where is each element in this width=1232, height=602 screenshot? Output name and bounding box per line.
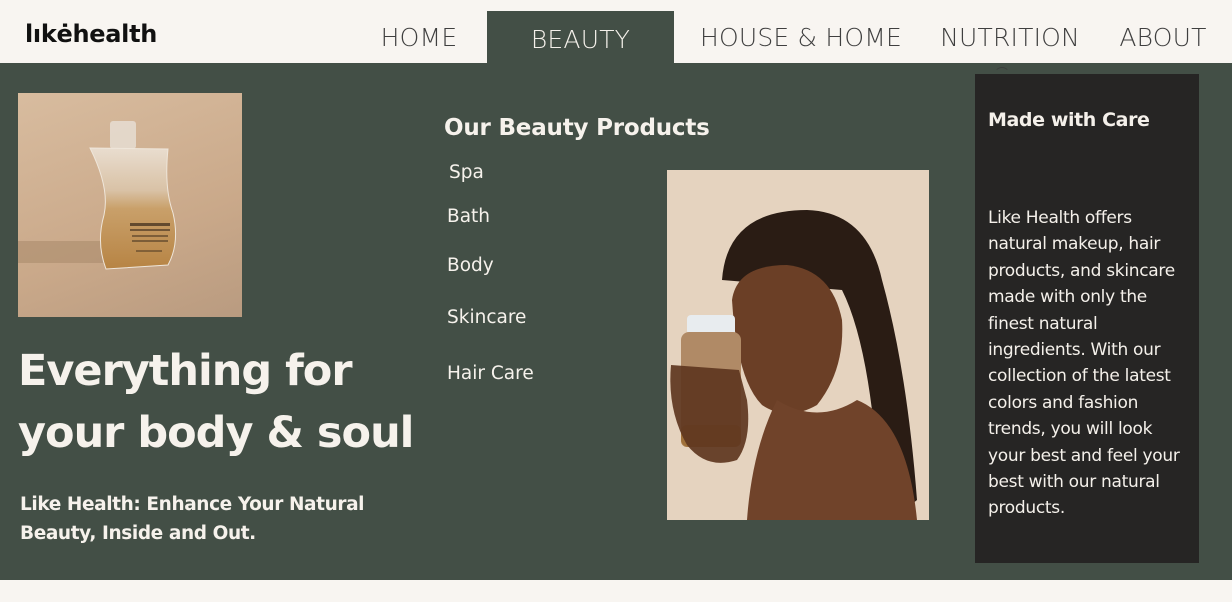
- bottle-illustration: [18, 121, 177, 270]
- model-illustration: [670, 210, 917, 520]
- product-link-hair-care[interactable]: Hair Care: [447, 363, 534, 384]
- bottle-neck: [110, 121, 136, 149]
- nav-beauty[interactable]: BEAUTY: [487, 11, 674, 63]
- bottle-body: [89, 147, 177, 270]
- model-face: [732, 265, 843, 414]
- hero-subheading-line-1: Like Health: Enhance Your Natural: [20, 494, 365, 515]
- model-image: [667, 170, 929, 520]
- product-link-spa[interactable]: Spa: [449, 162, 484, 183]
- product-link-skincare[interactable]: Skincare: [447, 307, 526, 328]
- product-link-body[interactable]: Body: [447, 255, 494, 276]
- loading-ring-icon: [994, 67, 1010, 83]
- hero-headline-line-1: Everything for: [18, 346, 353, 396]
- page-background-strip: [0, 580, 1232, 602]
- products-title: Our Beauty Products: [444, 115, 710, 141]
- shampoo-bottle-image: [18, 93, 242, 317]
- hero-headline: Everything for your body & soul: [18, 340, 418, 464]
- hero-subheading-line-2: Beauty, Inside and Out.: [20, 523, 256, 544]
- nav-home[interactable]: HOME: [367, 11, 471, 63]
- hero-subheading: Like Health: Enhance Your Natural Beauty…: [20, 490, 400, 548]
- made-with-care-card: Made with Care Like Health offers natura…: [975, 74, 1199, 563]
- care-card-title: Made with Care: [988, 109, 1150, 131]
- product-link-bath[interactable]: Bath: [447, 206, 490, 227]
- hero-headline-line-2: your body & soul: [18, 408, 414, 458]
- care-card-body: Like Health offers natural makeup, hair …: [988, 208, 1180, 519]
- model-hand: [670, 365, 749, 463]
- nav-nutrition[interactable]: NUTRITION: [930, 11, 1090, 63]
- site-header: lıkėhealth HOME BEAUTY HOUSE & HOME NUTR…: [0, 0, 1232, 63]
- nav-about[interactable]: ABOUT: [1110, 11, 1216, 63]
- logo[interactable]: lıkėhealth: [25, 20, 157, 48]
- nav-house-home[interactable]: HOUSE & HOME: [692, 11, 910, 63]
